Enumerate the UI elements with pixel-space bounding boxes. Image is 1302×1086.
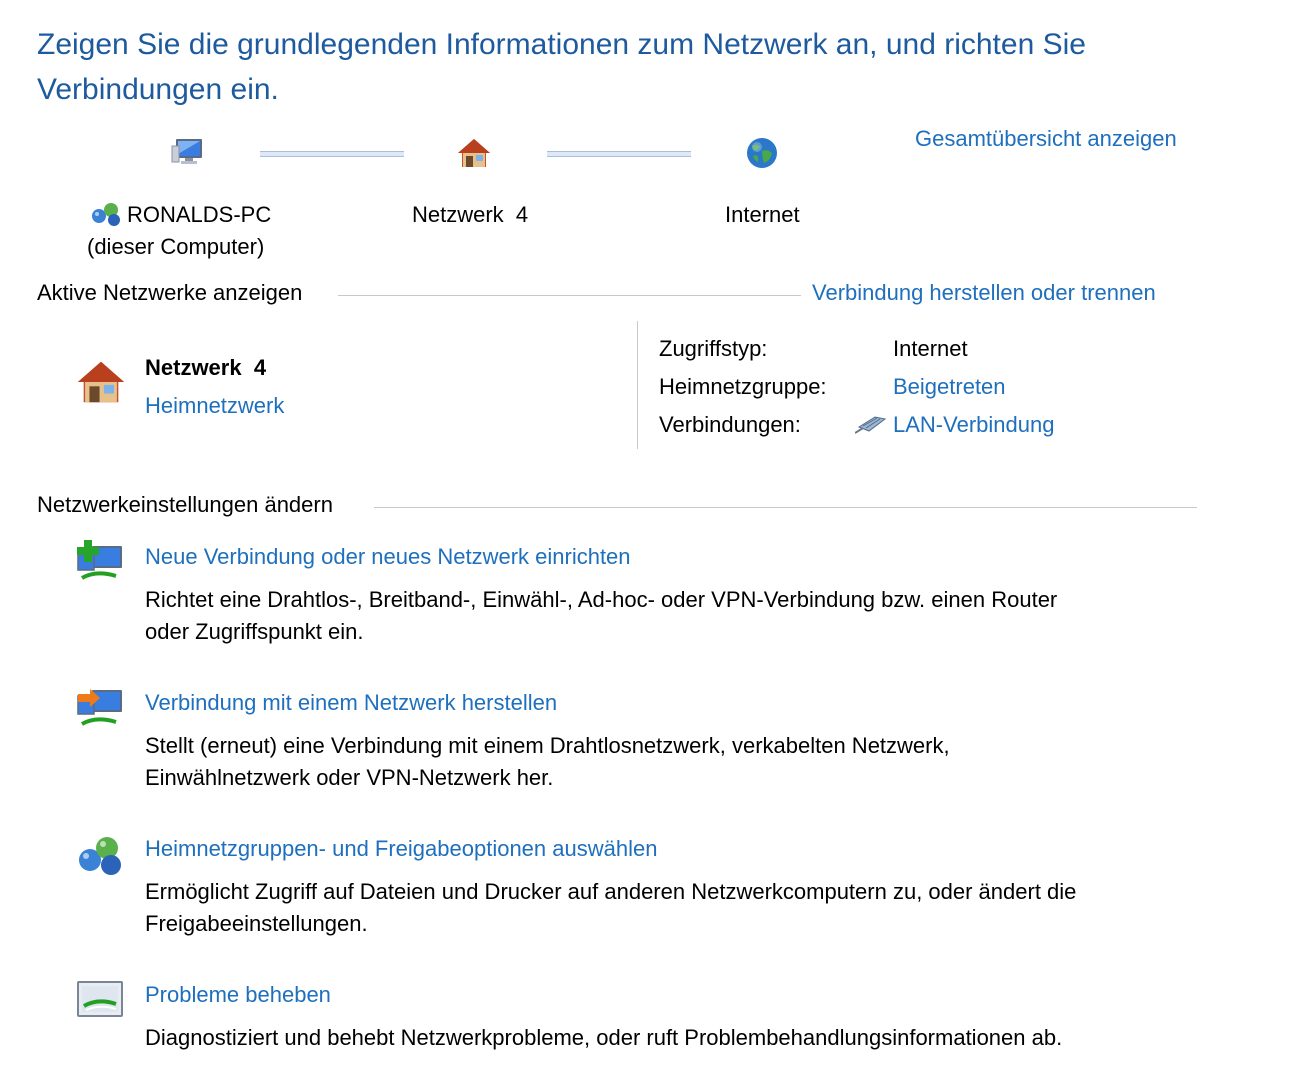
task-troubleshoot-desc: Diagnostiziert und behebt Netzwerkproble…: [145, 1022, 1225, 1054]
computer-icon[interactable]: [170, 136, 206, 168]
task-homegroup-link[interactable]: Heimnetzgruppen- und Freigabeoptionen au…: [145, 834, 657, 864]
homegroup-icon: [76, 834, 126, 880]
description-line: Einwählnetzwerk oder VPN-Netzwerk her.: [145, 765, 554, 790]
map-network-name: Netzwerk 4: [412, 202, 529, 227]
computer-name: RONALDS-PC: [127, 202, 272, 227]
troubleshoot-icon: [76, 980, 124, 1020]
network-type-link[interactable]: Heimnetzwerk: [145, 391, 284, 421]
active-network-name: Netzwerk 4: [145, 355, 267, 380]
globe-icon[interactable]: [746, 137, 778, 169]
active-networks-header: Aktive Netzwerke anzeigen: [37, 280, 303, 305]
details-divider: [637, 321, 638, 449]
house-icon[interactable]: [456, 137, 492, 169]
map-internet-label: Internet: [725, 202, 800, 227]
connect-network-icon: [76, 686, 126, 732]
connections-label: Verbindungen:: [659, 412, 801, 437]
connect-disconnect-link[interactable]: Verbindung herstellen oder trennen: [812, 278, 1156, 308]
page-title: Zeigen Sie die grundlegenden Information…: [37, 28, 1086, 106]
house-icon: [75, 358, 127, 406]
homegroup-label: Heimnetzgruppe:: [659, 374, 827, 399]
ethernet-icon: [855, 413, 887, 435]
task-connect-network-desc: Stellt (erneut) eine Verbindung mit eine…: [145, 730, 1225, 794]
header-divider: [338, 295, 801, 296]
task-connect-network-link[interactable]: Verbindung mit einem Netzwerk herstellen: [145, 688, 557, 718]
computer-subtitle: (dieser Computer): [87, 234, 265, 259]
description-line: Richtet eine Drahtlos-, Breitband-, Einw…: [145, 587, 1058, 612]
description-line: Diagnostiziert und behebt Netzwerkproble…: [145, 1025, 1063, 1050]
task-troubleshoot-link[interactable]: Probleme beheben: [145, 980, 331, 1010]
homegroup-status-link[interactable]: Beigetreten: [893, 372, 1006, 402]
task-new-connection-link[interactable]: Neue Verbindung oder neues Netzwerk einr…: [145, 542, 631, 572]
settings-header: Netzwerkeinstellungen ändern: [37, 492, 333, 517]
lan-connection-link[interactable]: LAN-Verbindung: [893, 410, 1054, 440]
full-map-link[interactable]: Gesamtübersicht anzeigen: [915, 124, 1177, 154]
map-connector-line: [260, 151, 404, 157]
access-type-label: Zugriffstyp:: [659, 336, 768, 361]
map-connector-line: [547, 151, 691, 157]
description-line: oder Zugriffspunkt ein.: [145, 619, 364, 644]
description-line: Stellt (erneut) eine Verbindung mit eine…: [145, 733, 950, 758]
settings-divider: [374, 507, 1197, 508]
description-line: Freigabeeinstellungen.: [145, 911, 368, 936]
access-type-value: Internet: [893, 336, 968, 361]
description-line: Ermöglicht Zugriff auf Dateien und Druck…: [145, 879, 1077, 904]
task-new-connection-desc: Richtet eine Drahtlos-, Breitband-, Einw…: [145, 584, 1225, 648]
homegroup-small-icon: [90, 201, 124, 227]
new-connection-icon: [76, 538, 126, 586]
task-homegroup-desc: Ermöglicht Zugriff auf Dateien und Druck…: [145, 876, 1225, 940]
